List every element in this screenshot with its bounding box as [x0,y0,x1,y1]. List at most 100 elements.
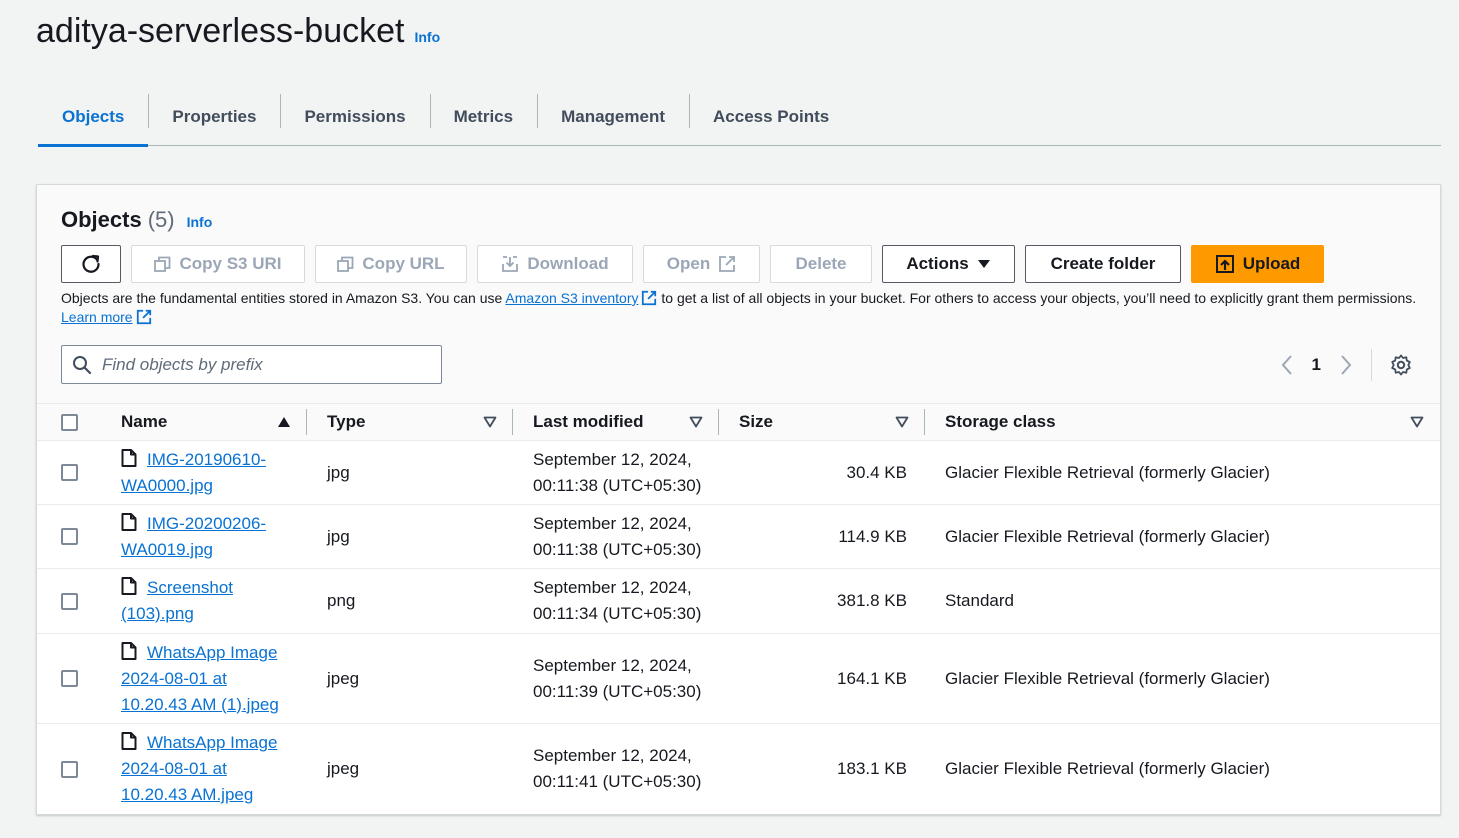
gear-icon[interactable] [1390,354,1412,376]
type-cell: jpg [327,526,350,546]
column-header-storage-class-label: Storage class [945,412,1056,431]
name-cell: Screenshot (103).png [101,575,307,627]
objects-count: (5) [147,207,175,232]
row-checkbox-cell [37,670,101,687]
search-icon [73,355,92,374]
file-icon [121,641,137,660]
chevron-left-icon[interactable] [1280,354,1294,376]
column-header-name-label: Name [121,412,168,431]
column-header-size[interactable]: Size [719,403,925,441]
refresh-button[interactable] [61,245,121,283]
select-all-checkbox[interactable] [61,413,78,431]
row-checkbox[interactable] [61,592,78,610]
modified-time: 00:11:38 (UTC+05:30) [533,539,702,559]
chevron-right-icon[interactable] [1339,354,1353,376]
description-text-2: to get a list of all objects in your buc… [657,290,1417,306]
objects-toolbar: Copy S3 URI Copy URL Download Open Delet… [61,245,1324,283]
page-number[interactable]: 1 [1312,355,1321,375]
column-header-size-label: Size [739,412,774,431]
bucket-header: aditya-serverless-bucket Info [36,12,440,51]
modified-time: 00:11:34 (UTC+05:30) [533,604,702,623]
actions-button[interactable]: Actions [882,245,1015,283]
copy-s3-uri-label: Copy S3 URI [179,254,282,273]
open-button[interactable]: Open [643,245,760,283]
row-checkbox[interactable] [61,670,78,687]
type-cell: jpeg [327,668,360,688]
column-header-name[interactable]: Name [101,403,307,441]
bucket-tabs: Objects Properties Permissions Metrics M… [38,88,1441,147]
row-checkbox-cell [37,592,101,610]
sort-icon [483,416,497,428]
download-icon [502,256,519,272]
row-checkbox[interactable] [61,528,78,545]
upload-button[interactable]: Upload [1191,245,1324,283]
modified-time: 00:11:41 (UTC+05:30) [533,772,702,791]
learn-more-link[interactable]: Learn more [61,309,133,325]
size-cell: 164.1 KB [837,668,907,688]
external-link-icon [136,309,151,325]
modified-time: 00:11:39 (UTC+05:30) [533,681,702,701]
select-all-cell [37,403,101,441]
column-header-type[interactable]: Type [307,403,513,441]
object-name-link[interactable]: WhatsApp Image 2024-08-01 at 10.20.43 AM… [121,733,277,804]
tab-permissions[interactable]: Permissions [280,88,429,145]
delete-button[interactable]: Delete [770,245,872,283]
column-header-storage-class[interactable]: Storage class [925,403,1440,441]
column-header-last-modified[interactable]: Last modified [513,403,719,441]
file-icon [121,512,137,531]
object-name-link[interactable]: WhatsApp Image 2024-08-01 at 10.20.43 AM… [121,643,279,714]
modified-date: September 12, 2024, [533,655,692,675]
objects-panel-title: Objects [61,207,142,232]
objects-info-link[interactable]: Info [187,214,213,230]
tab-objects[interactable]: Objects [38,88,149,147]
column-header-type-label: Type [327,412,366,431]
type-cell: jpeg [327,759,360,778]
storage-class-cell: Standard [945,591,1014,610]
last-modified-cell: September 12, 2024, 00:11:38 (UTC+05:30) [513,511,719,563]
table-row: IMG-20190610-WA0000.jpg jpg September 12… [37,441,1440,505]
objects-panel: Objects (5) Info Copy S3 URI Copy URL Do… [36,184,1441,815]
table-header: Name Type Last modified Size Storage cla… [37,403,1440,441]
storage-class-cell: Glacier Flexible Retrieval (formerly Gla… [945,526,1270,546]
tab-management[interactable]: Management [537,88,689,145]
size-cell: 114.9 KB [838,526,907,546]
object-name-link[interactable]: IMG-20200206-WA0019.jpg [121,514,266,559]
object-name-link[interactable]: IMG-20190610-WA0000.jpg [121,450,266,495]
type-cell: jpg [327,462,350,482]
external-link-icon [642,290,657,306]
object-name-link[interactable]: Screenshot (103).png [121,578,233,623]
file-icon [121,448,137,467]
modified-time: 00:11:38 (UTC+05:30) [533,475,702,495]
copy-s3-uri-button[interactable]: Copy S3 URI [131,245,305,283]
sort-ascending-icon [278,417,290,427]
copy-icon [154,256,171,272]
pagination: 1 [1280,349,1412,381]
storage-class-cell: Glacier Flexible Retrieval (formerly Gla… [945,759,1270,778]
last-modified-cell: September 12, 2024, 00:11:41 (UTC+05:30) [513,743,719,795]
copy-icon [337,256,354,272]
download-button[interactable]: Download [477,245,633,283]
sort-icon [689,416,703,428]
pagination-divider [1371,349,1372,381]
size-cell: 30.4 KB [846,462,908,482]
objects-table: Name Type Last modified Size Storage cla… [37,403,1440,814]
file-icon [121,577,137,595]
tab-properties[interactable]: Properties [148,88,280,145]
actions-label: Actions [906,254,969,273]
search-input[interactable] [100,353,420,376]
last-modified-cell: September 12, 2024, 00:11:39 (UTC+05:30) [513,653,719,705]
s3-inventory-link[interactable]: Amazon S3 inventory [505,290,638,306]
row-checkbox[interactable] [61,760,78,778]
bucket-info-link[interactable]: Info [414,29,440,45]
tab-metrics[interactable]: Metrics [429,88,538,145]
create-folder-button[interactable]: Create folder [1025,245,1181,283]
copy-url-label: Copy URL [362,254,445,273]
table-row: WhatsApp Image 2024-08-01 at 10.20.43 AM… [37,724,1440,814]
copy-url-button[interactable]: Copy URL [315,245,467,283]
tab-access-points[interactable]: Access Points [689,88,853,145]
bucket-title: aditya-serverless-bucket [36,12,405,50]
caret-down-icon [977,260,990,268]
row-checkbox[interactable] [61,464,78,481]
name-cell: WhatsApp Image 2024-08-01 at 10.20.43 AM… [101,640,307,718]
upload-icon [1215,255,1234,273]
